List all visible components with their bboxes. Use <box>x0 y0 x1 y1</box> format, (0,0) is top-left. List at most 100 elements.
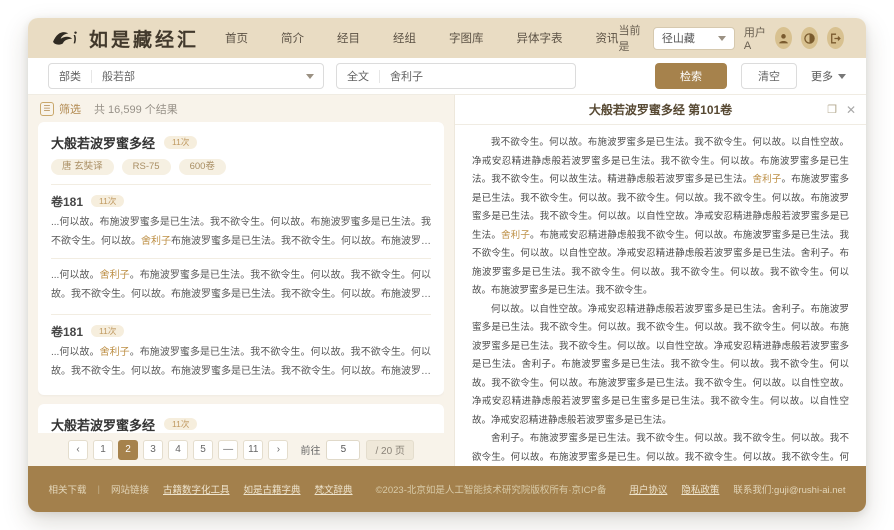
pagination-goto-input[interactable] <box>326 440 360 460</box>
reader-panel: 大般若波罗蜜多经 第101卷 ❐ ✕ 我不欲令生。何以故。布施波罗蜜多是已生法。… <box>454 95 866 466</box>
highlight-term: 舍利子 <box>501 230 530 241</box>
search-actions: 检索 清空 更多 <box>655 63 846 89</box>
expand-icon[interactable]: ❐ <box>827 105 837 116</box>
pagination-page-1[interactable]: 1 <box>93 440 113 460</box>
snippet-text[interactable]: ...何以故。布施波罗蜜多是已生法。我不欲令生。何以故。布施波罗蜜多是已生法。我… <box>51 213 431 251</box>
pagination-page-4[interactable]: 4 <box>168 440 188 460</box>
reader-paragraph: 何以故。以自性空故。净戒安忍精进静虑般若波罗蜜多是已生法。舍利子。布施波罗蜜多是… <box>472 301 849 431</box>
match-count-badge: 11次 <box>164 418 197 431</box>
category-value: 般若部 <box>92 68 145 84</box>
related-downloads: 相关下载 <box>49 482 87 496</box>
site-title: 如是藏经汇 <box>89 25 199 52</box>
nav-item-groups[interactable]: 经组 <box>393 30 416 46</box>
pagination-page-2[interactable]: 2 <box>118 440 138 460</box>
repo-select[interactable]: 径山藏 <box>653 27 735 50</box>
search-bar: 部类 般若部 全文 检索 清空 更多 <box>28 58 866 95</box>
pagination: ‹12345—11› 前往 / 20 页 <box>38 433 444 466</box>
main-area: ☰ 筛选 共 16,599 个结果 大般若波罗蜜多经11次唐 玄奘译RS-756… <box>28 95 866 466</box>
highlight-term: 舍利子 <box>100 270 130 281</box>
pagination-page-3[interactable]: 3 <box>143 440 163 460</box>
results-panel: ☰ 筛选 共 16,599 个结果 大般若波罗蜜多经11次唐 玄奘译RS-756… <box>28 95 454 466</box>
more-label: 更多 <box>811 68 833 84</box>
text-segment: ...何以故。 <box>51 347 100 358</box>
pagination-more[interactable]: — <box>218 440 238 460</box>
fulltext-label: 全文 <box>337 68 379 84</box>
more-button[interactable]: 更多 <box>811 68 846 84</box>
highlight-term: 舍利子 <box>100 347 130 358</box>
category-label: 部类 <box>49 68 91 84</box>
link-rushi-dictionary[interactable]: 如是古籍字典 <box>244 482 301 496</box>
text-segment: 舍利子。布施波罗蜜多是已生法。我不欲令生。何以故。我不欲令生。何以故。我不欲令生… <box>472 433 849 466</box>
results-header: ☰ 筛选 共 16,599 个结果 <box>38 95 444 122</box>
username-label: 用户A <box>744 24 767 52</box>
app-window: 如是藏经汇 首页 简介 经目 经组 字图库 异体字表 资讯 当前是 径山藏 用户A <box>28 18 866 512</box>
link-user-agreement[interactable]: 用户协议 <box>629 482 667 496</box>
volume-label: 卷181 <box>51 323 83 340</box>
filter-toggle[interactable]: ☰ 筛选 <box>40 101 81 117</box>
text-segment: 何以故。以自性空故。净戒安忍精进静虑般若波罗蜜多是已生法。舍利子。布施波罗蜜多是… <box>472 304 849 426</box>
nav-item-variant-chars[interactable]: 异体字表 <box>517 30 563 46</box>
tag-pill: 600卷 <box>179 159 226 175</box>
result-count: 共 16,599 个结果 <box>94 101 178 117</box>
link-ancient-text-tools[interactable]: 古籍数字化工具 <box>163 482 230 496</box>
site-links-label: 网站链接 <box>111 482 149 496</box>
user-icon <box>777 32 790 45</box>
clear-button[interactable]: 清空 <box>741 63 797 89</box>
current-repo-label: 当前是 <box>619 22 644 54</box>
pagination-page-11[interactable]: 11 <box>243 440 263 460</box>
tag-pill: RS-75 <box>122 159 171 175</box>
reader-paragraph: 舍利子。布施波罗蜜多是已生法。我不欲令生。何以故。我不欲令生。何以故。我不欲令生… <box>472 430 849 466</box>
logout-button[interactable] <box>827 27 844 49</box>
pagination-total-label: / 20 页 <box>366 440 413 460</box>
nav-item-glyph-library[interactable]: 字图库 <box>449 30 484 46</box>
snippet-text[interactable]: ...何以故。舍利子。布施波罗蜜多是已生法。我不欲令生。何以故。我不欲令生。何以… <box>51 258 431 304</box>
tag-pill: 唐 玄奘译 <box>51 159 114 175</box>
card-title-row: 大般若波罗蜜多经11次 <box>51 133 431 152</box>
top-header: 如是藏经汇 首页 简介 经目 经组 字图库 异体字表 资讯 当前是 径山藏 用户A <box>28 18 866 58</box>
chevron-down-icon <box>306 74 314 79</box>
volume-count-badge: 11次 <box>91 325 124 338</box>
main-nav: 首页 简介 经目 经组 字图库 异体字表 资讯 <box>225 30 619 46</box>
reader-header: 大般若波罗蜜多经 第101卷 ❐ ✕ <box>455 95 866 125</box>
reader-actions: ❐ ✕ <box>827 95 856 125</box>
chevron-down-icon <box>718 36 726 41</box>
footer: 相关下载|网站链接古籍数字化工具如是古籍字典梵文辞典©2023-北京如是人工智能… <box>28 466 866 512</box>
volume-section: 卷18111次 ...何以故。布施波罗蜜多是已生法。我不欲令生。何以故。布施波罗蜜… <box>51 184 431 314</box>
logout-icon <box>829 32 842 45</box>
match-count-badge: 11次 <box>164 136 197 149</box>
link-privacy-policy[interactable]: 隐私政策 <box>681 482 719 496</box>
nav-item-catalog[interactable]: 经目 <box>337 30 360 46</box>
nav-item-about[interactable]: 简介 <box>281 30 304 46</box>
reader-body: 我不欲令生。何以故。布施波罗蜜多是已生法。我不欲令生。何以故。以自性空故。净戒安… <box>455 125 866 466</box>
link-sanskrit-dictionary[interactable]: 梵文辞典 <box>315 482 353 496</box>
theme-toggle-button[interactable] <box>801 27 818 49</box>
brand[interactable]: 如是藏经汇 <box>50 25 199 52</box>
close-icon[interactable]: ✕ <box>846 104 856 116</box>
result-list: 大般若波罗蜜多经11次唐 玄奘译RS-75600卷卷18111次...何以故。布… <box>38 122 444 433</box>
category-select[interactable]: 部类 般若部 <box>48 63 324 89</box>
result-card[interactable]: 大般若波罗蜜多经11次唐 玄奘译RS-75600卷卷18111次...何以故。布… <box>38 404 444 434</box>
volume-section: 卷181 11次 ...何以故。舍利子。布施波罗蜜多是已生法。我不欲令生。何以故。我… <box>51 314 431 391</box>
result-card[interactable]: 大般若波罗蜜多经11次唐 玄奘译RS-75600卷卷18111次...何以故。布… <box>38 122 444 395</box>
pagination-prev[interactable]: ‹ <box>68 440 88 460</box>
repo-select-value: 径山藏 <box>662 30 695 46</box>
contact-email: 联系我们:guji@rushi-ai.net <box>733 482 845 496</box>
card-title-row: 大般若波罗蜜多经11次 <box>51 415 431 434</box>
avatar-button[interactable] <box>775 27 792 49</box>
site-logo-icon <box>50 27 82 49</box>
header-right: 当前是 径山藏 用户A <box>619 22 844 54</box>
pagination-goto-label: 前往 <box>300 442 320 457</box>
search-input[interactable] <box>380 70 540 82</box>
fulltext-field: 全文 <box>336 63 576 89</box>
search-button[interactable]: 检索 <box>655 63 727 89</box>
pagination-next[interactable]: › <box>268 440 288 460</box>
snippet-text[interactable]: ...何以故。舍利子。布施波罗蜜多是已生法。我不欲令生。何以故。我不欲令生。何以… <box>51 343 431 381</box>
filter-label: 筛选 <box>59 101 81 117</box>
nav-item-news[interactable]: 资讯 <box>596 30 619 46</box>
pagination-page-5[interactable]: 5 <box>193 440 213 460</box>
volume-header[interactable]: 卷18111次 <box>51 193 431 210</box>
volume-header[interactable]: 卷181 11次 <box>51 323 431 340</box>
nav-item-home[interactable]: 首页 <box>225 30 248 46</box>
pagination-jumper: 前往 / 20 页 <box>300 440 413 460</box>
volume-label: 卷181 <box>51 193 83 210</box>
